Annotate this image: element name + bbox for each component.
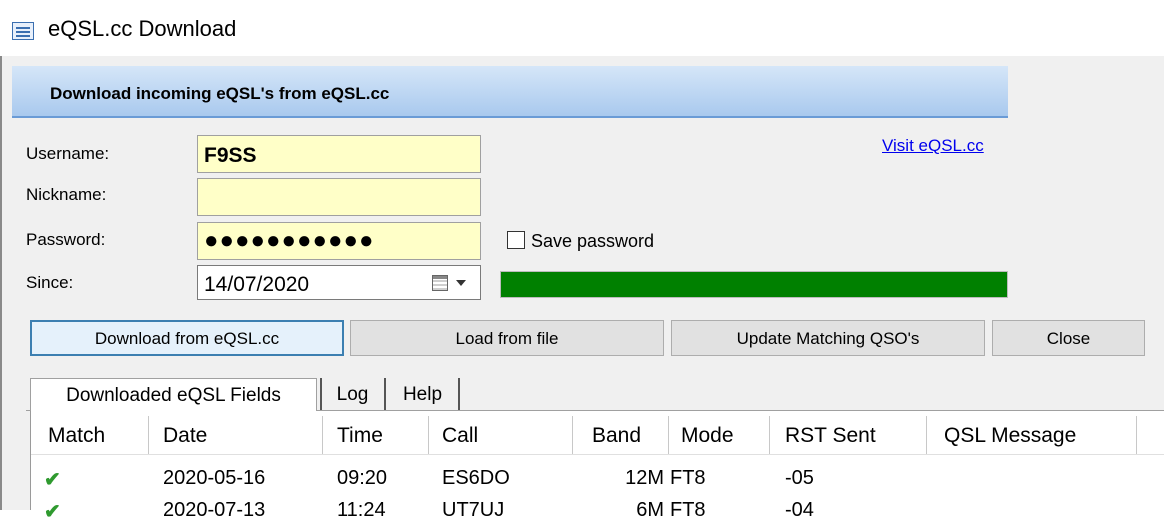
- window-icon: [12, 22, 34, 40]
- cell-rst-sent: -04: [785, 499, 814, 521]
- column-header-mode[interactable]: Mode: [681, 414, 734, 454]
- check-icon: ✔: [44, 469, 61, 491]
- cell-call: UT7UJ: [442, 499, 505, 521]
- column-header-qsl-message[interactable]: QSL Message: [944, 414, 1076, 454]
- tab-separator: [320, 378, 322, 410]
- tab-separator: [458, 378, 460, 410]
- download-button[interactable]: Download from eQSL.cc: [30, 320, 344, 356]
- column-header-rst-sent[interactable]: RST Sent: [785, 414, 876, 454]
- column-divider[interactable]: [668, 416, 669, 454]
- calendar-icon[interactable]: [432, 275, 448, 291]
- tab-downloaded-fields[interactable]: Downloaded eQSL Fields: [30, 378, 317, 412]
- column-divider[interactable]: [769, 416, 770, 454]
- column-header-call[interactable]: Call: [442, 414, 478, 454]
- cell-call: ES6DO: [442, 467, 510, 489]
- column-header-match[interactable]: Match: [48, 414, 105, 454]
- cell-date: 2020-07-13: [163, 499, 266, 521]
- password-field[interactable]: ●●●●●●●●●●●: [197, 222, 481, 260]
- cell-rst-sent: -05: [785, 467, 814, 489]
- column-divider[interactable]: [148, 416, 149, 454]
- save-password-label[interactable]: Save password: [531, 231, 654, 252]
- tab-separator: [384, 378, 386, 410]
- chevron-down-icon[interactable]: [456, 280, 466, 286]
- since-label: Since:: [26, 273, 74, 292]
- banner-text: Download incoming eQSL's from eQSL.cc: [50, 84, 390, 103]
- cell-date: 2020-05-16: [163, 467, 266, 489]
- title-bar: eQSL.cc Download: [0, 0, 1164, 56]
- since-date-value: 14/07/2020: [204, 273, 310, 296]
- window-title: eQSL.cc Download: [48, 16, 237, 41]
- update-matching-button[interactable]: Update Matching QSO's: [671, 320, 985, 356]
- save-password-checkbox[interactable]: [507, 231, 525, 249]
- cell-time: 09:20: [337, 467, 388, 489]
- username-field[interactable]: F9SS: [197, 135, 481, 173]
- visit-eqsl-link[interactable]: Visit eQSL.cc: [882, 136, 984, 156]
- tab-help[interactable]: Help: [390, 378, 455, 411]
- cell-band: 12M: [625, 467, 664, 489]
- column-divider[interactable]: [926, 416, 927, 454]
- window-border: [0, 56, 2, 510]
- tab-log[interactable]: Log: [325, 378, 380, 411]
- cell-band: 6M: [636, 499, 664, 521]
- close-button[interactable]: Close: [992, 320, 1145, 356]
- column-divider[interactable]: [428, 416, 429, 454]
- eqsl-download-window: eQSL.cc Download Download incoming eQSL'…: [0, 0, 1164, 523]
- column-divider[interactable]: [322, 416, 323, 454]
- cell-mode: FT8: [670, 499, 706, 521]
- cell-time: 11:24: [337, 499, 386, 521]
- password-label: Password:: [26, 230, 106, 249]
- nickname-field[interactable]: [197, 178, 481, 216]
- column-header-band[interactable]: Band: [592, 414, 641, 454]
- column-divider[interactable]: [1136, 416, 1137, 454]
- download-progress-bar: [500, 271, 1008, 298]
- nickname-label: Nickname:: [26, 185, 107, 204]
- column-header-date[interactable]: Date: [163, 414, 207, 454]
- cell-mode: FT8: [670, 467, 706, 489]
- progress-fill: [501, 272, 1007, 297]
- header-banner: Download incoming eQSL's from eQSL.cc: [12, 66, 1008, 118]
- since-date-picker[interactable]: 14/07/2020: [197, 265, 481, 300]
- username-label: Username:: [26, 144, 110, 163]
- load-from-file-button[interactable]: Load from file: [350, 320, 664, 356]
- check-icon: ✔: [44, 501, 61, 523]
- column-header-time[interactable]: Time: [337, 414, 383, 454]
- column-divider[interactable]: [572, 416, 573, 454]
